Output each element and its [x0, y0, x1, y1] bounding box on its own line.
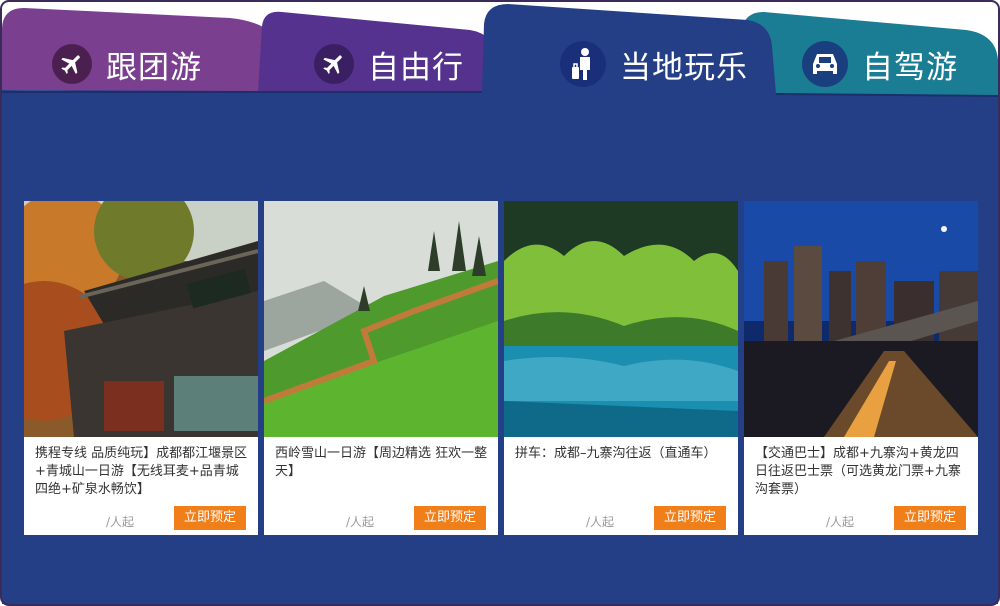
product-photo-lake[interactable] [504, 201, 738, 437]
book-now-button[interactable]: 立即预定 [414, 506, 486, 530]
product-title[interactable]: 西岭雪山一日游【周边精选 狂欢一整天】 [275, 445, 488, 481]
product-card[interactable]: 携程专线 品质纯玩】成都都江堰景区+青城山一日游【无线耳麦+品青城四绝+矿泉水畅… [24, 201, 258, 535]
product-title[interactable]: 携程专线 品质纯玩】成都都江堰景区+青城山一日游【无线耳麦+品青城四绝+矿泉水畅… [35, 445, 248, 499]
product-photo-city-night[interactable] [744, 201, 978, 437]
tab-self-drive[interactable]: 自驾游 [802, 41, 958, 87]
tab-label-text: 当地玩乐 [620, 49, 748, 86]
product-card[interactable]: 【交通巴士】成都+九寨沟+黄龙四日往返巴士票（可选黄龙门票+九寨沟套票） /人起… [744, 201, 978, 535]
tab-label-text: 自驾游 [862, 49, 958, 86]
product-card[interactable]: 西岭雪山一日游【周边精选 狂欢一整天】 /人起 立即预定 [264, 201, 498, 535]
book-now-button[interactable]: 立即预定 [654, 506, 726, 530]
product-card[interactable]: 拼车：成都–九寨沟往返（直通车） /人起 立即预定 [504, 201, 738, 535]
product-title[interactable]: 【交通巴士】成都+九寨沟+黄龙四日往返巴士票（可选黄龙门票+九寨沟套票） [755, 445, 968, 499]
price-label: /人起 [825, 515, 854, 529]
price-label: /人起 [345, 515, 374, 529]
airplane-icon [52, 44, 92, 84]
book-now-button[interactable]: 立即预定 [174, 506, 246, 530]
tab-local-fun[interactable]: 当地玩乐 [560, 41, 748, 87]
airplane-icon [314, 44, 354, 84]
tab-group-tour[interactable]: 跟团游 [52, 44, 202, 86]
car-icon [802, 41, 848, 87]
price-label: /人起 [585, 515, 614, 529]
tab-label-text: 跟团游 [106, 49, 202, 86]
product-photo-mountain[interactable] [264, 201, 498, 437]
traveler-icon [560, 41, 606, 87]
tab-free-travel[interactable]: 自由行 [314, 44, 464, 86]
product-photo-temple[interactable] [24, 201, 258, 437]
product-title[interactable]: 拼车：成都–九寨沟往返（直通车） [515, 445, 728, 463]
travel-product-widget: 跟团游 自由行 当地玩乐 自驾游 携程专线 品质纯玩】成都都江堰景区+青城山一日… [0, 0, 1000, 606]
price-label: /人起 [105, 515, 134, 529]
tab-label-text: 自由行 [368, 49, 464, 86]
book-now-button[interactable]: 立即预定 [894, 506, 966, 530]
